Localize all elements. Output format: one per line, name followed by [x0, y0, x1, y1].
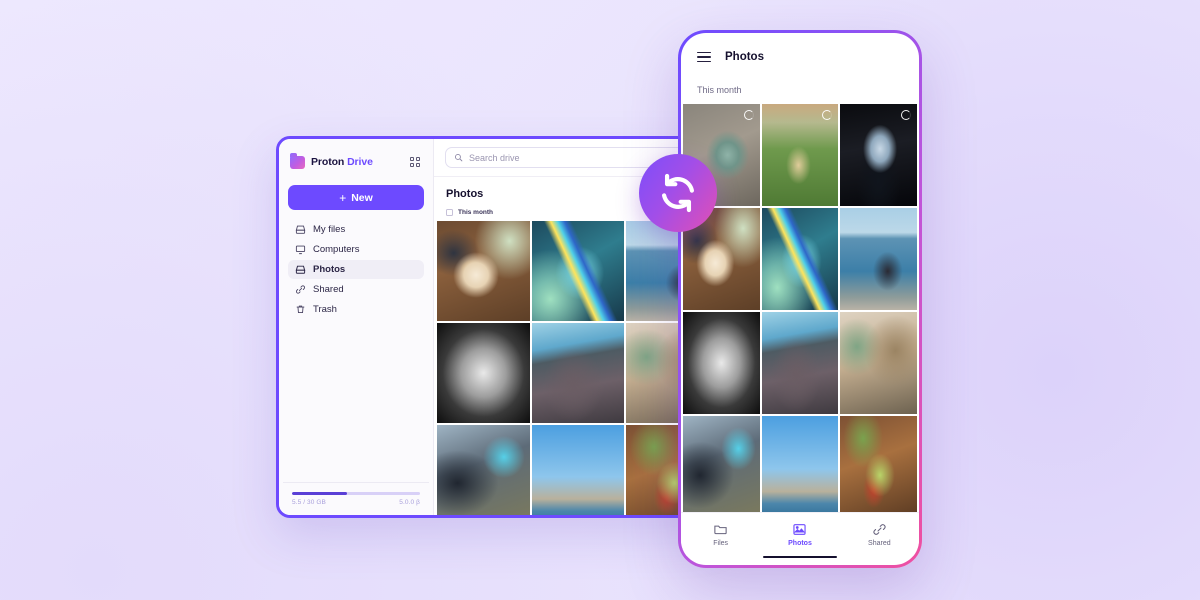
storage-progress-bar [292, 492, 420, 495]
sidebar: Proton Drive + New My files Computers Ph… [279, 139, 434, 515]
plus-icon: + [339, 192, 346, 204]
brand-drive: Drive [347, 156, 373, 168]
sidebar-item-shared[interactable]: Shared [288, 280, 424, 299]
link-icon [295, 284, 306, 295]
folder-icon [713, 522, 728, 537]
photo-thumbnail[interactable] [532, 425, 625, 515]
sidebar-item-label: Trash [313, 304, 337, 315]
storage-progress-fill [292, 492, 347, 495]
photo-thumbnail [683, 312, 760, 414]
bottom-nav-label: Photos [788, 540, 812, 547]
folder-icon [290, 156, 305, 169]
apps-grid-icon[interactable] [408, 155, 423, 170]
search-placeholder: Search drive [469, 153, 520, 163]
section-label: This month [458, 209, 493, 216]
bottom-nav-files[interactable]: Files [681, 522, 760, 547]
photo-thumbnail[interactable] [437, 425, 530, 515]
new-button[interactable]: + New [288, 185, 424, 210]
mobile-photo-grid [681, 104, 919, 512]
photo-thumbnail[interactable] [437, 323, 530, 423]
bottom-nav-label: Shared [868, 540, 891, 547]
mobile-bottom-nav: Files Photos Shared [681, 512, 919, 556]
sidebar-item-trash[interactable]: Trash [288, 300, 424, 319]
sidebar-item-label: Shared [313, 284, 344, 295]
new-button-label: New [351, 192, 373, 204]
home-indicator [763, 556, 837, 559]
bottom-nav-shared[interactable]: Shared [840, 522, 919, 547]
photo-cell[interactable] [762, 416, 839, 512]
photo-thumbnail[interactable] [532, 221, 625, 321]
photo-thumbnail [762, 312, 839, 414]
sync-spinner-icon [901, 110, 911, 120]
brand-proton: Proton [311, 156, 344, 168]
photo-thumbnail [762, 208, 839, 310]
computer-icon [295, 244, 306, 255]
photo-cell[interactable] [840, 416, 917, 512]
trash-icon [295, 304, 306, 315]
photo-cell[interactable] [840, 208, 917, 310]
sync-spinner-icon [744, 110, 754, 120]
photo-cell[interactable] [762, 208, 839, 310]
sidebar-item-label: My files [313, 224, 345, 235]
image-icon [792, 522, 807, 537]
photo-cell[interactable] [840, 312, 917, 414]
search-icon [454, 153, 463, 162]
photo-thumbnail[interactable] [437, 221, 530, 321]
photo-thumbnail[interactable] [532, 323, 625, 423]
photos-icon [295, 264, 306, 275]
photo-thumbnail [840, 416, 917, 512]
sidebar-item-my-files[interactable]: My files [288, 220, 424, 239]
mobile-header: Photos [681, 33, 919, 81]
photo-thumbnail [683, 416, 760, 512]
sync-refresh-icon [655, 170, 701, 216]
select-all-checkbox[interactable] [446, 209, 453, 216]
sidebar-nav: My files Computers Photos Shared Trash [288, 220, 424, 319]
app-version-label: 5.0.0 β [399, 499, 420, 506]
drive-icon [295, 224, 306, 235]
link-icon [872, 522, 887, 537]
storage-used-label: 5.5 / 30 GB [292, 499, 326, 506]
photo-grid [434, 221, 719, 515]
photo-cell[interactable] [840, 104, 917, 206]
sync-status-badge [639, 154, 717, 232]
photo-thumbnail [840, 208, 917, 310]
storage-meta: 5.5 / 30 GB 5.0.0 β [292, 499, 420, 506]
photo-cell[interactable] [683, 312, 760, 414]
hamburger-menu-icon[interactable] [697, 52, 711, 63]
photo-thumbnail [762, 416, 839, 512]
mobile-section-label: This month [681, 81, 919, 104]
storage-meter: 5.5 / 30 GB 5.0.0 β [288, 482, 424, 515]
photo-cell[interactable] [762, 104, 839, 206]
photo-cell[interactable] [762, 312, 839, 414]
bottom-nav-photos[interactable]: Photos [760, 522, 839, 547]
mobile-page-title: Photos [725, 51, 764, 63]
sidebar-item-photos[interactable]: Photos [288, 260, 424, 279]
sidebar-item-label: Computers [313, 244, 359, 255]
brand-logo[interactable]: Proton Drive [288, 149, 424, 175]
mobile-device-frame: Photos This month Files Photos [678, 30, 922, 568]
bottom-nav-label: Files [713, 540, 728, 547]
photo-thumbnail [840, 312, 917, 414]
brand-name: Proton Drive [311, 156, 373, 168]
divider [283, 482, 429, 483]
mobile-screen: Photos This month Files Photos [681, 33, 919, 565]
photo-cell[interactable] [683, 416, 760, 512]
sidebar-item-computers[interactable]: Computers [288, 240, 424, 259]
sidebar-item-label: Photos [313, 264, 345, 275]
